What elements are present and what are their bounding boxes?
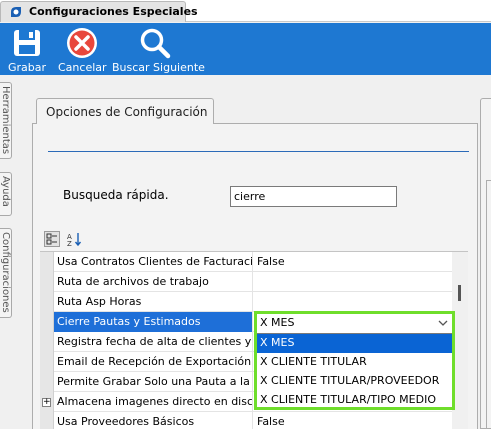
- save-button-label: Grabar: [7, 61, 47, 74]
- categorized-view-icon[interactable]: [44, 231, 60, 247]
- cancel-button[interactable]: Cancelar: [58, 23, 107, 75]
- grid-row-name: Email de Recepción de Exportación: [54, 352, 253, 372]
- document-tab[interactable]: Configuraciones Especiales: [0, 1, 198, 22]
- save-icon: [14, 30, 40, 56]
- grid-row-value[interactable]: False: [254, 412, 452, 429]
- grid-row-name: Usa Contratos Clientes de Facturación: [54, 252, 253, 272]
- section-divider: [48, 151, 469, 152]
- grid-row-name: Ruta de archivos de trabajo: [54, 272, 253, 292]
- grid-row-value[interactable]: False: [254, 252, 452, 272]
- search-icon: [140, 28, 171, 59]
- app-logo-icon: [11, 7, 21, 17]
- find-next-button[interactable]: Buscar Siguiente: [112, 23, 205, 75]
- dropdown-option[interactable]: X CLIENTE TITULAR/PROVEEDOR: [257, 372, 452, 391]
- secondary-panel-inner: [486, 180, 491, 429]
- alphabetical-sort-icon[interactable]: A Z: [66, 231, 82, 247]
- expand-icon[interactable]: +: [42, 398, 51, 407]
- grid-row[interactable]: Usa Contratos Clientes de Facturación Fa…: [54, 252, 452, 272]
- side-tab-herramientas-label: Herramientas: [0, 86, 11, 155]
- document-tab-strip: Configuraciones Especiales: [0, 0, 491, 22]
- cierre-dropdown-list: X MES X CLIENTE TITULAR X CLIENTE TITULA…: [257, 333, 452, 407]
- cierre-dropdown[interactable]: X MES X MES X CLIENTE TITULAR X CLIENTE …: [254, 311, 455, 410]
- quick-search-input[interactable]: [230, 186, 397, 207]
- grid-row-name: Usa Proveedores Básicos: [54, 412, 253, 429]
- side-tab-ayuda[interactable]: Ayuda: [0, 172, 12, 216]
- grid-row-name: Almacena imagenes directo en disco: [54, 392, 253, 412]
- grid-scrollbar-thumb[interactable]: [458, 285, 461, 301]
- toolbar: Grabar Cancelar Buscar Siguiente: [0, 23, 491, 75]
- cancel-button-label: Cancelar: [58, 61, 107, 74]
- grid-row[interactable]: Usa Proveedores Básicos False: [54, 412, 452, 429]
- side-tab-ayuda-label: Ayuda: [0, 176, 11, 207]
- cierre-dropdown-value[interactable]: X MES: [257, 314, 452, 332]
- side-tab-configuraciones-label: Configuraciones: [0, 232, 11, 313]
- cancel-icon: [67, 28, 97, 58]
- side-tab-configuraciones[interactable]: Configuraciones: [0, 228, 12, 318]
- grid-row-value[interactable]: [254, 292, 452, 312]
- grid-gutter: +: [40, 252, 54, 429]
- grid-row[interactable]: Ruta Asp Horas: [54, 292, 452, 312]
- grid-row-name: Registra fecha de alta de clientes y pro…: [54, 332, 253, 352]
- dropdown-option[interactable]: X CLIENTE TITULAR: [257, 353, 452, 372]
- quick-search-label: Busqueda rápida.: [63, 188, 169, 202]
- grid-row-name: Ruta Asp Horas: [54, 292, 253, 312]
- document-tab-title: Configuraciones Especiales: [29, 5, 198, 18]
- find-next-button-label: Buscar Siguiente: [112, 61, 205, 74]
- grid-row-name: Cierre Pautas y Estimados: [54, 312, 253, 332]
- save-button[interactable]: Grabar: [4, 23, 50, 75]
- svg-text:Z: Z: [67, 240, 72, 247]
- chevron-down-icon[interactable]: [435, 315, 451, 331]
- dropdown-option[interactable]: X MES: [257, 334, 452, 353]
- grid-row-value[interactable]: [254, 272, 452, 292]
- dropdown-option[interactable]: X CLIENTE TITULAR/TIPO MEDIO: [257, 391, 452, 410]
- side-tab-herramientas[interactable]: Herramientas: [0, 82, 12, 159]
- grid-row-name: Permite Grabar Solo una Pauta a la vez: [54, 372, 253, 392]
- property-grid-toolbar: A Z: [40, 228, 468, 250]
- tab-opciones-configuracion-label: Opciones de Configuración: [46, 105, 208, 119]
- grid-row[interactable]: Ruta de archivos de trabajo: [54, 272, 452, 292]
- tab-opciones-configuracion[interactable]: Opciones de Configuración: [36, 98, 214, 124]
